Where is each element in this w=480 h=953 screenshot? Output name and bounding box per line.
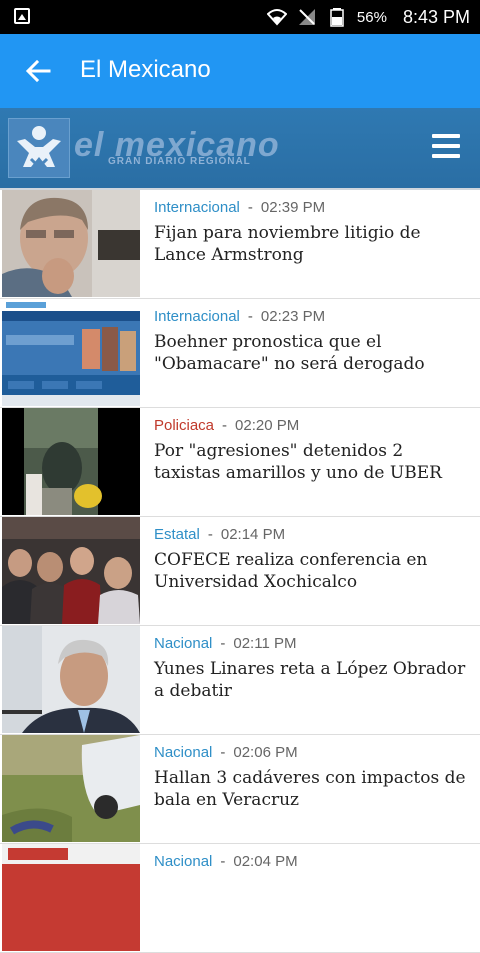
status-bar: 56% 8:43 PM — [0, 0, 480, 34]
news-meta: Internacional -02:39 PM — [154, 199, 326, 216]
news-time: 02:20 PM — [235, 417, 300, 434]
news-meta: Nacional -02:11 PM — [154, 635, 297, 652]
news-time: 02:06 PM — [233, 744, 298, 761]
news-item[interactable]: Nacional -02:11 PM Yunes Linares reta a L… — [0, 626, 480, 735]
news-category[interactable]: Policiaca — [154, 417, 214, 434]
site-logo-subtitle: GRAN DIARIO REGIONAL — [108, 156, 251, 167]
back-button[interactable] — [20, 53, 56, 89]
news-time: 02:39 PM — [260, 199, 326, 216]
news-list: Internacional -02:39 PM Fijan para noviem… — [0, 190, 480, 953]
news-item[interactable]: Estatal -02:14 PM COFECE realiza conferen… — [0, 517, 480, 626]
news-thumbnail — [2, 626, 140, 733]
news-time: 02:14 PM — [220, 526, 286, 543]
news-meta: Policiaca -02:20 PM — [154, 417, 300, 434]
signal-off-icon — [298, 9, 315, 25]
news-thumbnail — [2, 844, 140, 951]
news-category[interactable]: Nacional — [154, 744, 212, 761]
news-item[interactable]: Internacional -02:39 PM Fijan para noviem… — [0, 190, 480, 299]
news-meta: Internacional -02:23 PM — [154, 308, 326, 325]
news-meta: Estatal -02:14 PM — [154, 526, 286, 543]
battery-icon — [330, 8, 344, 27]
news-thumbnail — [2, 299, 140, 406]
arrow-back-icon — [25, 59, 51, 83]
news-headline[interactable]: Yunes Linares reta a López Obrador a deb… — [154, 658, 472, 702]
clock: 8:43 PM — [402, 6, 470, 27]
news-meta: Nacional -02:06 PM — [154, 744, 298, 761]
menu-icon[interactable] — [432, 134, 460, 158]
news-thumbnail — [2, 408, 140, 515]
news-thumbnail — [2, 517, 140, 624]
news-headline[interactable]: Boehner pronostica que el "Obamacare" no… — [154, 331, 472, 375]
gallery-icon — [14, 8, 30, 24]
news-headline[interactable]: Fijan para noviembre litigio de Lance Ar… — [154, 222, 472, 266]
news-category[interactable]: Nacional — [154, 635, 212, 652]
site-header: el mexicano GRAN DIARIO REGIONAL — [0, 108, 480, 190]
site-logo-icon — [8, 118, 70, 178]
news-time: 02:23 PM — [260, 308, 326, 325]
app-title: El Mexicano — [80, 56, 211, 83]
news-thumbnail — [2, 735, 140, 842]
app-bar: El Mexicano — [0, 34, 480, 108]
status-icons: 56% 8:43 PM — [266, 0, 470, 34]
news-headline[interactable]: COFECE realiza conferencia en Universida… — [154, 549, 472, 593]
news-meta: Nacional -02:04 PM — [154, 853, 298, 870]
news-headline[interactable]: Hallan 3 cadáveres con impactos de bala … — [154, 767, 472, 811]
news-thumbnail — [2, 190, 140, 297]
news-headline[interactable]: Por "agresiones" detenidos 2 taxistas am… — [154, 440, 472, 484]
battery-percent: 56% — [356, 8, 387, 26]
news-item[interactable]: Policiaca -02:20 PM Por "agresiones" dete… — [0, 408, 480, 517]
news-item[interactable]: Internacional -02:23 PM Boehner pronostic… — [0, 299, 480, 408]
news-time: 02:11 PM — [233, 635, 297, 652]
wifi-icon — [266, 9, 287, 26]
news-category[interactable]: Internacional — [154, 199, 240, 216]
news-item[interactable]: Nacional -02:04 PM — [0, 844, 480, 953]
news-category[interactable]: Nacional — [154, 853, 212, 870]
news-time: 02:04 PM — [233, 853, 298, 870]
news-item[interactable]: Nacional -02:06 PM Hallan 3 cadáveres con… — [0, 735, 480, 844]
news-category[interactable]: Internacional — [154, 308, 240, 325]
news-category[interactable]: Estatal — [154, 526, 200, 543]
